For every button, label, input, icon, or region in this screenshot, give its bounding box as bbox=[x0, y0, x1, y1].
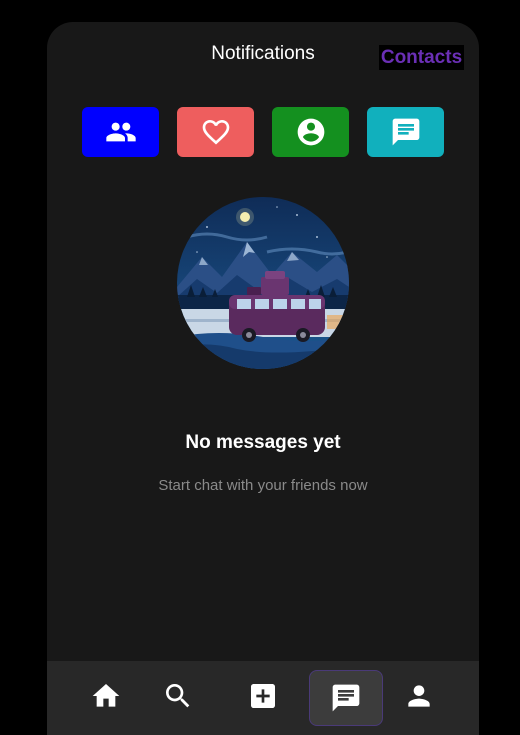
van-mountain-night-illustration bbox=[177, 197, 349, 369]
chat-icon bbox=[392, 118, 419, 146]
home-icon bbox=[92, 684, 120, 707]
nav-add[interactable] bbox=[241, 670, 285, 722]
profile-button[interactable] bbox=[272, 107, 349, 157]
add-box-icon bbox=[251, 684, 275, 708]
account-circle-icon bbox=[297, 118, 324, 146]
nav-home[interactable] bbox=[84, 670, 128, 722]
empty-state-subtitle: Start chat with your friends now bbox=[158, 477, 368, 494]
nav-profile[interactable] bbox=[397, 670, 441, 722]
bottom-nav bbox=[47, 661, 479, 735]
nav-search[interactable] bbox=[156, 670, 200, 722]
heart-icon bbox=[202, 120, 229, 145]
person-icon bbox=[408, 685, 430, 707]
search-icon bbox=[166, 684, 190, 708]
empty-state-title: No messages yet bbox=[185, 432, 341, 453]
phone-screen: Notifications Contacts No messages yet S… bbox=[47, 22, 479, 735]
friends-button[interactable] bbox=[82, 107, 159, 157]
contacts-link[interactable]: Contacts bbox=[379, 45, 464, 70]
chat-icon bbox=[332, 684, 360, 712]
nav-messages[interactable] bbox=[309, 670, 383, 726]
likes-button[interactable] bbox=[177, 107, 254, 157]
people-icon bbox=[105, 122, 136, 142]
messages-button[interactable] bbox=[367, 107, 444, 157]
